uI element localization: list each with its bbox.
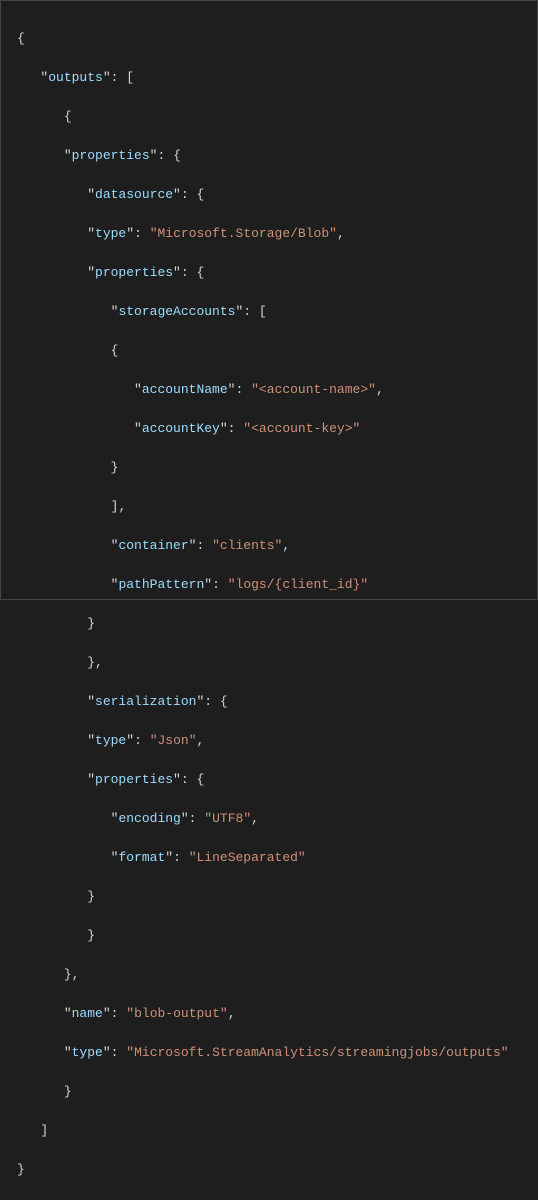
json-key: outputs bbox=[48, 70, 103, 85]
json-key: accountKey bbox=[142, 421, 220, 436]
code-line: "encoding": "UTF8", bbox=[1, 809, 537, 829]
json-key: serialization bbox=[95, 694, 196, 709]
code-line: } bbox=[1, 458, 537, 478]
code-line: }, bbox=[1, 965, 537, 985]
code-line: } bbox=[1, 926, 537, 946]
code-line: "serialization": { bbox=[1, 692, 537, 712]
json-key: properties bbox=[95, 265, 173, 280]
json-key: encoding bbox=[118, 811, 180, 826]
code-line: { bbox=[1, 341, 537, 361]
json-string: "Microsoft.Storage/Blob" bbox=[150, 226, 337, 241]
json-key: properties bbox=[95, 772, 173, 787]
json-key: format bbox=[118, 850, 165, 865]
json-key: container bbox=[118, 538, 188, 553]
code-line: "pathPattern": "logs/{client_id}" bbox=[1, 575, 537, 595]
json-string: "Json" bbox=[150, 733, 197, 748]
json-key: type bbox=[72, 1045, 103, 1060]
code-line: "type": "Microsoft.StreamAnalytics/strea… bbox=[1, 1043, 537, 1063]
json-string: "clients" bbox=[212, 538, 282, 553]
code-line: } bbox=[1, 1160, 537, 1180]
json-key: accountName bbox=[142, 382, 228, 397]
code-line: "properties": { bbox=[1, 263, 537, 283]
json-string: "Microsoft.StreamAnalytics/streamingjobs… bbox=[126, 1045, 508, 1060]
code-line: "accountKey": "<account-key>" bbox=[1, 419, 537, 439]
json-string: "blob-output" bbox=[126, 1006, 227, 1021]
json-key: name bbox=[72, 1006, 103, 1021]
json-string: "<account-name>" bbox=[251, 382, 376, 397]
json-key: type bbox=[95, 733, 126, 748]
json-key: pathPattern bbox=[118, 577, 204, 592]
code-line: "type": "Microsoft.Storage/Blob", bbox=[1, 224, 537, 244]
json-key: type bbox=[95, 226, 126, 241]
json-key: datasource bbox=[95, 187, 173, 202]
code-line: "properties": { bbox=[1, 146, 537, 166]
code-line: ] bbox=[1, 1121, 537, 1141]
code-line: "name": "blob-output", bbox=[1, 1004, 537, 1024]
code-line: }, bbox=[1, 653, 537, 673]
code-line: "datasource": { bbox=[1, 185, 537, 205]
code-line: "outputs": [ bbox=[1, 68, 537, 88]
code-line: { bbox=[1, 29, 537, 49]
code-line: } bbox=[1, 887, 537, 907]
code-line: "format": "LineSeparated" bbox=[1, 848, 537, 868]
code-line: } bbox=[1, 1082, 537, 1102]
json-string: "<account-key>" bbox=[243, 421, 360, 436]
code-line: ], bbox=[1, 497, 537, 517]
json-key: storageAccounts bbox=[118, 304, 235, 319]
code-line: "storageAccounts": [ bbox=[1, 302, 537, 322]
json-string: "LineSeparated" bbox=[189, 850, 306, 865]
code-line: "type": "Json", bbox=[1, 731, 537, 751]
code-line: "properties": { bbox=[1, 770, 537, 790]
json-string: "logs/{client_id}" bbox=[228, 577, 368, 592]
json-code-block: { "outputs": [ { "properties": { "dataso… bbox=[1, 1, 537, 1200]
code-line: } bbox=[1, 614, 537, 634]
json-string: "UTF8" bbox=[204, 811, 251, 826]
code-line: "accountName": "<account-name>", bbox=[1, 380, 537, 400]
code-line: { bbox=[1, 107, 537, 127]
json-key: properties bbox=[72, 148, 150, 163]
code-line: "container": "clients", bbox=[1, 536, 537, 556]
